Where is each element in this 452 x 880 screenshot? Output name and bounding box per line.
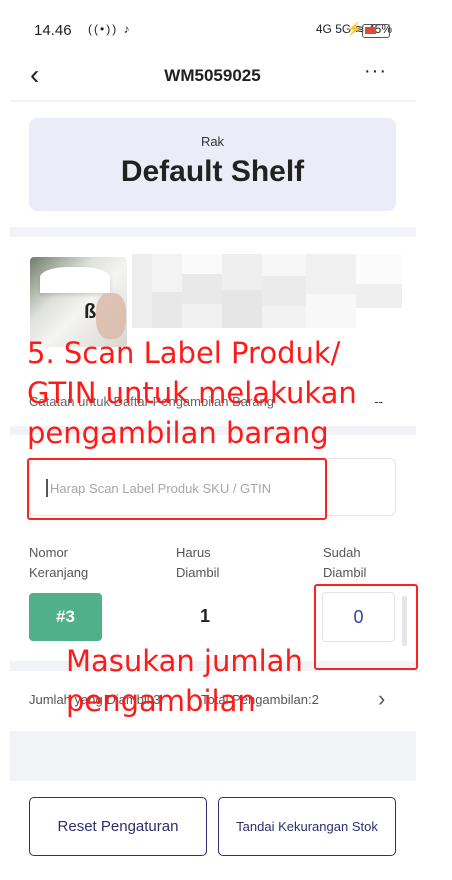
col-basket-number: Nomor Keranjang [29,545,89,580]
divider [10,100,416,102]
status-notification-icons: ((•)) ♪ [88,22,132,36]
picking-note-value: -- [374,394,383,409]
divider [10,731,416,781]
product-name-blurred [132,254,402,328]
shelf-label: Rak [200,134,225,149]
col-required-qty: Harus Diambil [176,545,220,580]
reset-button[interactable]: Reset Pengaturan [29,797,207,856]
status-time: 14.46 [34,22,72,39]
col-taken-qty: Sudah Diambil [323,545,367,580]
basket-number-badge: #3 [29,593,102,641]
annotation-qty-instruction: Masukan jumlah pengambilan [66,644,303,718]
brand-logo: ß [84,301,97,323]
top-nav-bar: ‹ WM5059025 ··· [0,56,452,100]
status-bar: 14.46 ((•)) ♪ 4G 5G ≋ 45% ⚡ [0,0,452,56]
page-title: WM5059025 [164,66,261,85]
battery-icon [362,24,390,38]
annotation-box-qty [314,584,418,670]
annotation-box-scan [27,458,327,520]
annotation-scan-instruction: 5. Scan Label Produk/ GTIN untuk melakuk… [27,336,357,450]
shelf-card: Rak Default Shelf [29,118,396,211]
charging-icon: ⚡ [346,21,363,36]
more-options-icon[interactable]: ··· [364,60,387,83]
shirt-collar [40,267,110,293]
required-qty-value: 1 [200,606,211,626]
shelf-name: Default Shelf [120,155,305,188]
divider [10,227,416,237]
chevron-right-icon[interactable]: › [378,686,385,712]
mark-shortage-button[interactable]: Tandai Kekurangan Stok [218,797,396,856]
